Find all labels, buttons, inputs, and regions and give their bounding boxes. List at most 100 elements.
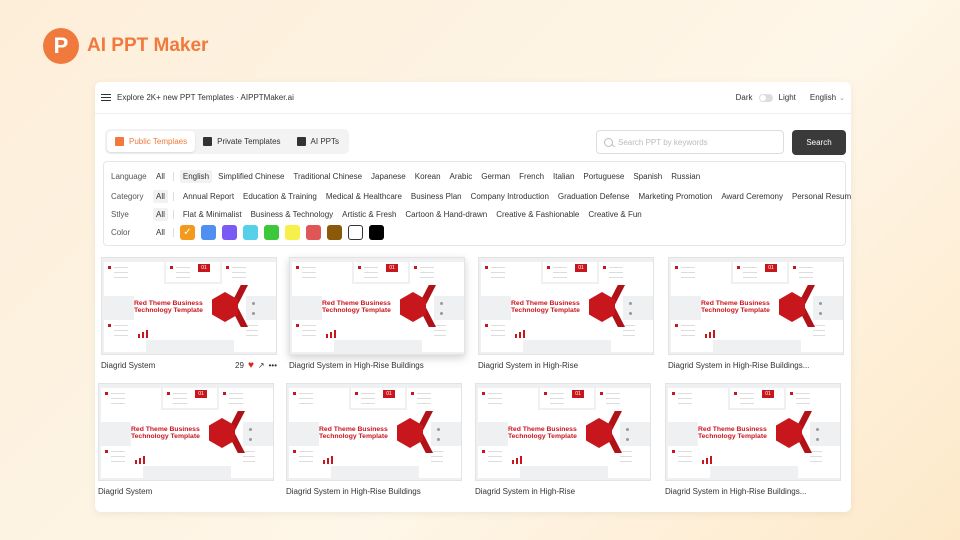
filter-option[interactable]: Business Plan [408,190,465,203]
template-name[interactable]: Diagrid System in High-Rise [478,361,578,370]
color-swatch[interactable] [284,225,300,240]
slide-line [299,403,313,404]
language-select[interactable]: English ⌄ [810,93,845,102]
color-swatch[interactable] [263,225,279,240]
template-card[interactable]: 01 Red Theme Business Technology Template… [668,257,844,372]
template-thumbnail[interactable]: 01 Red Theme Business Technology Template [665,383,841,481]
template-name[interactable]: Diagrid System in High-Rise Buildings... [668,361,809,370]
menu-collapse-icon[interactable] [101,93,111,102]
link-icon[interactable]: ↗ [258,361,265,370]
filter-option[interactable]: Graduation Defense [555,190,633,203]
filter-option[interactable]: Artistic & Fresh [339,208,399,221]
search-button[interactable]: Search [792,130,846,155]
template-card[interactable]: 01 Red Theme Business Technology Template… [286,383,462,498]
slide-title: Red Theme Business Technology Template [319,426,388,440]
filter-option[interactable]: Arabic [447,170,476,183]
color-swatch[interactable] [200,225,216,240]
color-swatch[interactable] [305,225,321,240]
filter-option[interactable]: Award Ceremony [718,190,786,203]
filter-option[interactable]: Italian [550,170,577,183]
template-thumbnail[interactable]: 01 Red Theme Business Technology Template [286,383,462,481]
dot [626,428,629,431]
filter-option[interactable]: Cartoon & Hand-drawn [402,208,490,221]
brand-logo[interactable]: P AI PPT Maker [43,28,208,64]
template-card[interactable]: 01 Red Theme Business Technology Template… [98,383,274,498]
user-folder-icon [203,137,213,146]
slide-line [678,398,692,399]
page-title: Explore 2K+ new PPT Templates · AIPPTMak… [117,93,294,102]
slide-accent [600,392,603,395]
template-name[interactable]: Diagrid System [98,487,152,496]
slide-title: Red Theme Business Technology Template [131,426,200,440]
filter-option[interactable]: Company Introduction [468,190,552,203]
slide-line [302,325,316,326]
template-name[interactable]: Diagrid System in High-Rise [475,487,575,496]
color-swatch[interactable]: ✓ [179,225,195,240]
filter-option[interactable]: Creative & Fun [585,208,644,221]
slide-line [299,393,313,394]
template-name[interactable]: Diagrid System in High-Rise Buildings... [665,487,806,496]
filter-option[interactable]: Flat & Minimalist [180,208,245,221]
template-caption: Diagrid System in High-Rise Buildings... [668,358,844,372]
filter-option[interactable]: Korean [412,170,444,183]
template-card[interactable]: 01 Red Theme Business Technology Template… [101,257,277,372]
color-swatch[interactable] [242,225,258,240]
slide-line [176,277,190,278]
heart-icon[interactable]: ♥ [248,360,254,371]
filter-option[interactable]: Business & Technology [248,208,337,221]
color-swatch[interactable] [347,225,363,240]
template-name[interactable]: Diagrid System [101,361,155,370]
tab-public-templates[interactable]: Public Templaes [107,131,196,152]
search-input[interactable] [618,137,768,147]
more-icon[interactable]: ••• [269,361,277,370]
template-card[interactable]: 01 Red Theme Business Technology Template… [289,257,465,372]
color-swatch[interactable] [326,225,342,240]
color-swatch[interactable] [221,225,237,240]
slide-line [229,398,243,399]
filter-option-all[interactable]: All [153,190,168,203]
filter-option[interactable]: Personal Resume [789,190,851,203]
filter-option-all[interactable]: All [153,170,168,183]
template-name[interactable]: Diagrid System in High-Rise Buildings [286,487,421,496]
slide-line [743,267,757,268]
template-thumbnail[interactable]: 01 Red Theme Business Technology Template [475,383,651,481]
filter-option[interactable]: Medical & Healthcare [323,190,405,203]
slide-accent [105,450,108,453]
filter-option[interactable]: Spanish [630,170,665,183]
filter-option[interactable]: Creative & Fashionable [493,208,582,221]
filter-option[interactable]: Annual Report [180,190,237,203]
template-card[interactable]: 01 Red Theme Business Technology Template… [475,383,651,498]
mini-bar [512,460,514,464]
filter-option[interactable]: French [516,170,547,183]
filter-option-all[interactable]: All [153,226,168,239]
slide-line [553,267,567,268]
theme-toggle[interactable] [758,93,773,102]
slide-line [678,456,692,457]
filter-option[interactable]: Russian [668,170,703,183]
filter-option[interactable]: German [478,170,513,183]
color-swatch[interactable] [368,225,384,240]
filter-option[interactable]: Traditional Chinese [290,170,365,183]
template-thumbnail[interactable]: 01 Red Theme Business Technology Template [101,257,277,355]
template-card[interactable]: 01 Red Theme Business Technology Template… [665,383,841,498]
filter-option[interactable]: Japanese [368,170,409,183]
template-name[interactable]: Diagrid System in High-Rise Buildings [289,361,424,370]
filter-option[interactable]: English [179,170,213,183]
template-thumbnail[interactable]: 01 Red Theme Business Technology Template [668,257,844,355]
template-card[interactable]: 01 Red Theme Business Technology Template… [478,257,654,372]
filter-option[interactable]: Simplified Chinese [215,170,287,183]
filter-option[interactable]: Portuguese [580,170,627,183]
slide-line [299,461,313,462]
slide-number: 01 [195,390,207,398]
template-thumbnail[interactable]: 01 Red Theme Business Technology Template [289,257,465,355]
tab-private-templates[interactable]: Private Templates [195,131,288,152]
slide-line [678,393,692,394]
filter-option[interactable]: Education & Training [240,190,320,203]
template-thumbnail[interactable]: 01 Red Theme Business Technology Template [98,383,274,481]
filter-option-all[interactable]: All [153,208,168,221]
template-thumbnail[interactable]: 01 Red Theme Business Technology Template [478,257,654,355]
mini-slide [733,262,787,282]
filter-option[interactable]: Marketing Promotion [636,190,716,203]
tab-ai-ppts[interactable]: AI PPTs [289,131,347,152]
slide-accent [790,392,793,395]
